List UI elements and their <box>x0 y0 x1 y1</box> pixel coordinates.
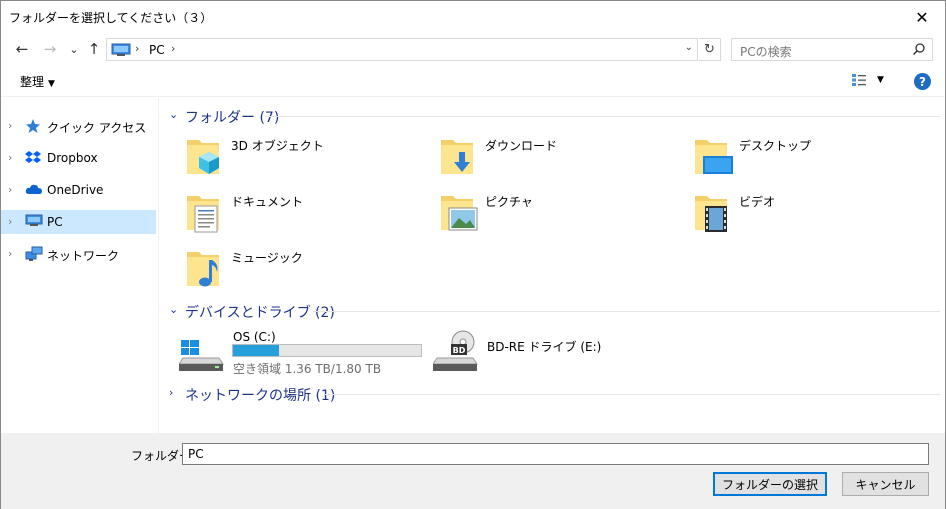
drive-free-space: 空き領域 1.36 TB/1.80 TB <box>233 362 382 376</box>
organize-menu-button[interactable]: 整理 ▼ <box>20 73 55 90</box>
folder-picker-dialog: フォルダーを選択してください（３） ✕ ← → ⌄ ↑ › PC › ⌄ ↻ P… <box>0 0 946 509</box>
group-divider <box>313 311 940 312</box>
windows-drive-icon <box>178 330 225 375</box>
bd-badge: BD <box>453 346 466 355</box>
drive-item-c[interactable]: OS (C:) 空き領域 1.36 TB/1.80 TB <box>178 330 439 380</box>
pictures-folder-icon <box>439 190 479 237</box>
desktop-folder-icon <box>693 134 733 181</box>
expand-chevron-icon[interactable]: › <box>8 151 12 164</box>
folder-label: ダウンロード <box>485 139 558 153</box>
downloads-folder-icon <box>439 134 479 181</box>
group-divider <box>325 394 940 395</box>
chevron-down-icon[interactable]: ⌄ <box>169 303 178 316</box>
sidebar-item-pc[interactable]: › PC <box>1 210 156 234</box>
group-header-drives[interactable]: ⌄ デバイスとドライブ (2) <box>165 301 940 321</box>
folder-label: ミュージック <box>231 251 303 265</box>
expand-chevron-icon[interactable]: › <box>8 119 12 132</box>
select-folder-button[interactable]: フォルダーの選択 <box>713 472 827 496</box>
address-bar[interactable]: › PC › ⌄ <box>106 38 698 61</box>
close-button[interactable]: ✕ <box>899 1 945 33</box>
sidebar-item-onedrive[interactable]: › OneDrive <box>1 178 156 202</box>
drive-label: BD-RE ドライブ (E:) <box>487 340 602 354</box>
group-title[interactable]: ネットワークの場所 (1) <box>185 385 335 405</box>
search-icon[interactable] <box>912 42 926 59</box>
recent-locations-button[interactable]: ⌄ <box>65 39 83 59</box>
cloud-icon <box>25 182 43 199</box>
back-button[interactable]: ← <box>13 39 31 59</box>
videos-folder-icon <box>693 190 733 237</box>
group-title[interactable]: デバイスとドライブ (2) <box>185 302 335 322</box>
drive-usage-fill <box>233 345 279 356</box>
toolbar: 整理 ▼ ▼ <box>1 65 945 97</box>
folder-label: デスクトップ <box>739 139 812 153</box>
title-bar: フォルダーを選択してください（３） ✕ <box>1 1 945 33</box>
expand-chevron-icon[interactable]: › <box>8 183 12 196</box>
search-box[interactable]: PCの検索 <box>731 38 933 61</box>
sidebar-item-label: Dropbox <box>47 151 98 165</box>
sidebar-item-label: PC <box>47 215 63 229</box>
navigation-bar: ← → ⌄ ↑ › PC › ⌄ ↻ PCの検索 <box>1 35 945 63</box>
folder-name-input[interactable] <box>182 443 929 465</box>
folder-item-documents[interactable]: ドキュメント <box>185 190 425 242</box>
address-dropdown-button[interactable]: ⌄ <box>685 42 693 53</box>
window-title: フォルダーを選択してください（３） <box>9 11 213 25</box>
content-pane: ⌄ フォルダー (7) 3D オブジェクト ダウンロード デスクトップ ドキュメ… <box>161 98 945 433</box>
documents-folder-icon <box>185 190 225 237</box>
group-title[interactable]: フォルダー (7) <box>185 107 279 127</box>
breadcrumb-pc[interactable]: PC <box>149 43 165 57</box>
drive-usage-bar <box>232 344 422 357</box>
star-icon <box>25 118 41 137</box>
dropbox-icon <box>25 150 41 169</box>
view-options-chevron-icon[interactable]: ▼ <box>877 75 884 85</box>
expand-chevron-icon[interactable]: › <box>8 247 12 260</box>
refresh-button[interactable]: ↻ <box>699 38 721 61</box>
sidebar-item-label: クイック アクセス <box>47 121 147 135</box>
search-placeholder[interactable]: PCの検索 <box>740 43 792 60</box>
breadcrumb-separator[interactable]: › <box>135 42 139 55</box>
network-icon <box>25 246 43 265</box>
sidebar-item-label: OneDrive <box>47 183 104 197</box>
folder-label: ビデオ <box>739 195 776 209</box>
breadcrumb-separator[interactable]: › <box>171 42 175 55</box>
drive-item-e[interactable]: BD BD-RE ドライブ (E:) <box>432 330 663 380</box>
organize-label: 整理 <box>20 75 45 89</box>
chevron-down-icon: ▼ <box>48 79 55 89</box>
navigation-pane: › クイック アクセス › Dropbox › OneDrive › PC › … <box>1 98 159 433</box>
group-divider <box>265 116 940 117</box>
chevron-down-icon[interactable]: ⌄ <box>169 108 178 121</box>
group-header-folders[interactable]: ⌄ フォルダー (7) <box>165 106 940 126</box>
change-view-button[interactable] <box>851 73 867 90</box>
sidebar-item-network[interactable]: › ネットワーク <box>1 242 156 266</box>
3d-objects-folder-icon <box>185 134 225 181</box>
folder-item-downloads[interactable]: ダウンロード <box>439 134 679 186</box>
expand-chevron-icon[interactable]: › <box>8 215 12 228</box>
folder-item-videos[interactable]: ビデオ <box>693 190 933 242</box>
folder-label: ドキュメント <box>231 195 304 209</box>
sidebar-item-label: ネットワーク <box>47 249 120 263</box>
folder-label: ピクチャ <box>485 195 533 209</box>
drive-label: OS (C:) <box>233 330 276 344</box>
chevron-right-icon[interactable]: › <box>169 386 173 399</box>
sidebar-item-dropbox[interactable]: › Dropbox <box>1 146 156 170</box>
dialog-footer: フォルダー: フォルダーの選択 キャンセル <box>1 433 945 509</box>
music-folder-icon <box>185 246 225 293</box>
pc-icon <box>111 43 131 60</box>
folder-item-desktop[interactable]: デスクトップ <box>693 134 933 186</box>
view-icon <box>852 74 866 86</box>
bd-drive-icon: BD <box>432 330 479 375</box>
help-button[interactable]: ? <box>914 73 931 90</box>
sidebar-item-quick-access[interactable]: › クイック アクセス <box>1 114 156 138</box>
folder-item-pictures[interactable]: ピクチャ <box>439 190 679 242</box>
folder-item-music[interactable]: ミュージック <box>185 246 425 298</box>
forward-button[interactable]: → <box>41 39 59 59</box>
pc-icon <box>25 214 43 231</box>
folder-label: 3D オブジェクト <box>231 139 324 153</box>
folder-item-3d-objects[interactable]: 3D オブジェクト <box>185 134 425 186</box>
up-button[interactable]: ↑ <box>85 39 103 59</box>
cancel-button[interactable]: キャンセル <box>842 472 929 496</box>
group-header-network[interactable]: › ネットワークの場所 (1) <box>165 384 940 404</box>
